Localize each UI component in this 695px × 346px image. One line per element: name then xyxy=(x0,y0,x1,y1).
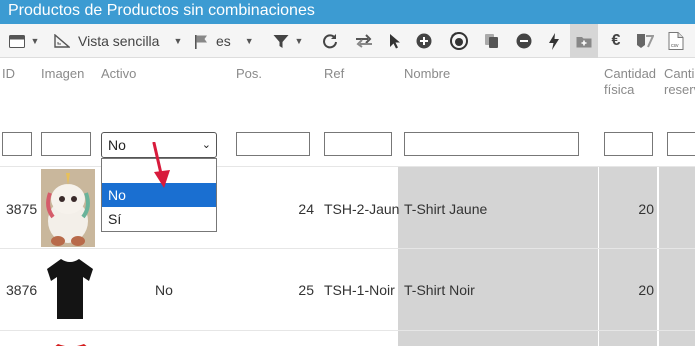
language-button[interactable]: es ▼ xyxy=(194,24,258,58)
column-header-quantity[interactable]: Cantidad física xyxy=(604,66,656,98)
euro-icon[interactable]: € xyxy=(604,24,628,58)
duplicate-wizard-button[interactable] xyxy=(444,24,474,58)
refresh-icon xyxy=(323,34,337,49)
window-title: Productos de Productos sin combinaciones xyxy=(0,0,695,24)
view-toggle-button[interactable]: ▼ xyxy=(2,24,46,58)
table-row[interactable]: 3876 No 25 TSH-1-Noir T-Shirt Noir 20 xyxy=(0,248,695,330)
export-csv-button[interactable]: csv xyxy=(664,24,688,58)
plush-unicorn-image xyxy=(41,169,95,247)
annotation-arrow-icon xyxy=(152,142,170,188)
filter-ref-input[interactable] xyxy=(324,132,392,156)
chevron-down-icon: ⌄ xyxy=(201,139,211,151)
add-button[interactable] xyxy=(412,24,436,58)
column-header-id[interactable]: ID xyxy=(2,66,15,82)
language-label: es xyxy=(216,33,231,49)
column-header-name[interactable]: Nombre xyxy=(404,66,450,82)
cell-ref: TSH-1-Noir xyxy=(324,282,395,298)
black-tshirt-image xyxy=(45,255,95,325)
option-si[interactable]: Sí xyxy=(102,207,216,231)
cell-ref: TSH-2-Jaun xyxy=(324,201,400,217)
table-row[interactable] xyxy=(0,330,695,346)
quick-action-button[interactable] xyxy=(542,24,566,58)
add-folder-button[interactable] xyxy=(570,24,598,58)
csv-file-icon: csv xyxy=(668,32,684,50)
cell-position: 25 xyxy=(298,282,314,298)
cell-id: 3876 xyxy=(6,282,38,298)
tag-edit-icon xyxy=(637,34,654,48)
folder-plus-icon xyxy=(576,36,592,47)
minus-circle-icon xyxy=(516,33,532,49)
cell-name: T-Shirt Jaune xyxy=(404,201,488,217)
cell-position: 24 xyxy=(298,201,314,217)
chevron-down-icon: ▼ xyxy=(173,36,183,46)
filter-active-value: No xyxy=(108,137,126,153)
filter-button[interactable]: ▼ xyxy=(266,24,310,58)
chevron-down-icon: ▼ xyxy=(30,36,40,46)
column-header-reserved-line1: Canti xyxy=(664,66,695,81)
filter-reserved-input[interactable] xyxy=(667,132,695,156)
copy-button[interactable] xyxy=(480,24,504,58)
sync-arrows-icon xyxy=(356,34,372,48)
cell-active: No xyxy=(155,282,173,298)
select-mode-button[interactable] xyxy=(384,24,406,58)
toolbar: ▼ Vista sencilla ▼ es ▼ ▼ € csv xyxy=(0,24,695,58)
window-icon xyxy=(8,34,25,48)
column-header-reserved-line2: reserv xyxy=(664,82,695,97)
products-grid: ID Imagen Activo Pos. Ref Nombre Cantida… xyxy=(0,58,695,346)
svg-text:csv: csv xyxy=(671,43,679,49)
filter-name-input[interactable] xyxy=(404,132,579,156)
refresh-button[interactable] xyxy=(318,24,342,58)
filter-quantity-input[interactable] xyxy=(604,132,653,156)
column-header-ref[interactable]: Ref xyxy=(324,66,344,82)
column-header-image[interactable]: Imagen xyxy=(41,66,84,82)
filter-image-input[interactable] xyxy=(41,132,91,156)
column-header-position[interactable]: Pos. xyxy=(236,66,262,82)
cell-quantity: 20 xyxy=(638,282,654,298)
cell-id: 3875 xyxy=(6,201,38,217)
lightning-icon xyxy=(549,32,559,50)
view-mode-label: Vista sencilla xyxy=(78,33,160,49)
chevron-down-icon: ▼ xyxy=(294,36,304,46)
flag-icon xyxy=(195,34,207,49)
plus-circle-icon xyxy=(416,33,432,49)
cursor-icon xyxy=(390,34,400,49)
column-header-active[interactable]: Activo xyxy=(101,66,136,82)
column-header-quantity-line2: física xyxy=(604,82,635,97)
ruler-icon xyxy=(54,34,70,48)
magic-circle-icon xyxy=(450,32,468,50)
filter-position-input[interactable] xyxy=(236,132,310,156)
filter-icon xyxy=(273,34,289,48)
sync-button[interactable] xyxy=(350,24,378,58)
filter-id-input[interactable] xyxy=(2,132,32,156)
tags-button[interactable] xyxy=(632,24,658,58)
copy-icon xyxy=(485,34,498,48)
chevron-down-icon: ▼ xyxy=(244,36,254,46)
red-tshirt-image xyxy=(48,339,94,346)
cell-name: T-Shirt Noir xyxy=(404,282,475,298)
remove-button[interactable] xyxy=(512,24,536,58)
column-header-reserved[interactable]: Canti reserv xyxy=(664,66,695,98)
cell-quantity: 20 xyxy=(638,201,654,217)
column-header-quantity-line1: Cantidad xyxy=(604,66,657,81)
view-mode-button[interactable]: Vista sencilla ▼ xyxy=(54,24,188,58)
